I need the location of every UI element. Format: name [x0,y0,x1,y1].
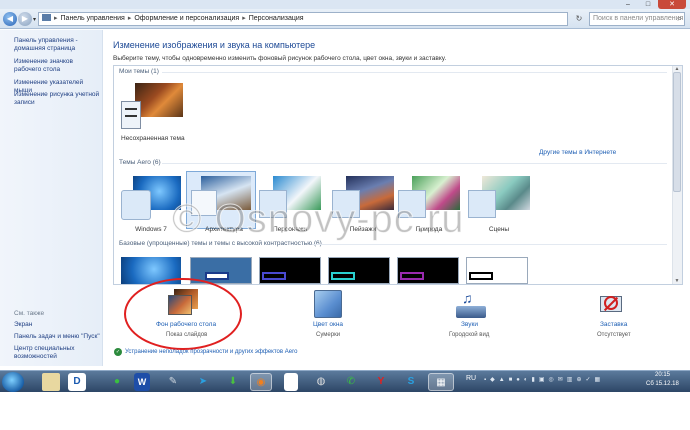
page-description: Выберите тему, чтобы одновременно измени… [113,55,447,62]
taskbar: D ● W ✎ ➤ ⬇ ◉ ◍ ✆ Y S ▦ RU ▪◆▲■●◐▮▣◎✉▥⊕✓… [0,370,690,392]
breadcrumb-separator: ▸ [242,15,246,22]
breadcrumb-personalization[interactable]: Персонализация [249,15,304,22]
group-divider [162,163,667,164]
theme-thumbnail [468,176,530,220]
page-margin [0,392,690,430]
window-color-value: Сумерки [316,332,341,338]
aero-themes-label: Темы Aero (6) [119,159,161,166]
app-d-icon[interactable]: D [68,373,86,391]
close-button[interactable]: ✕ [658,0,686,9]
theme-name-scenes: Сцены [488,226,510,233]
word-icon[interactable]: W [134,373,150,391]
theme-thumbnail [397,257,459,284]
whatsapp-icon[interactable]: ✆ [340,373,362,391]
language-indicator[interactable]: RU [466,375,476,382]
breadcrumb-separator: ▸ [54,15,58,22]
breadcrumb-appearance[interactable]: Оформление и персонализация [134,15,239,22]
search-input[interactable]: Поиск в панели управления ⌕ [589,12,685,26]
theme-thumbnail [121,83,183,131]
sounds-icon[interactable]: ♫ [456,290,486,318]
history-dropdown-icon[interactable]: ▾ [33,16,36,23]
screensaver-link[interactable]: Заставка [600,321,627,328]
theme-name-unsaved: Несохраненная тема [121,135,185,142]
yandex-browser-icon[interactable]: Y [370,373,392,391]
highlight-ellipse [124,278,242,350]
sidebar-link-home[interactable]: Панель управления - домашняя страница [14,37,102,53]
search-icon[interactable]: ⌕ [678,13,682,25]
start-button[interactable] [2,372,24,392]
window-color-link[interactable]: Цвет окна [313,321,343,328]
theme-thumbnail [259,257,321,284]
online-themes-link[interactable]: Другие темы в Интернете [539,149,616,156]
screensaver-icon[interactable] [598,292,624,318]
window-color-icon[interactable] [314,290,342,318]
navigation-bar: ◀ ▶ ▾ ▸ Панель управления ▸ Оформление и пе… [0,9,690,29]
minimize-button[interactable]: – [618,0,638,9]
watermark: © Osnovy-pc.ru [171,197,465,242]
theme-thumbnail [328,257,390,284]
group-divider [162,72,667,73]
sounds-value: Городской вид [449,332,490,338]
clock-time[interactable]: 20:15 [655,372,670,378]
breadcrumb-control-panel[interactable]: Панель управления [61,15,125,22]
see-also-caption: См. также [14,310,45,317]
control-panel-icon [42,14,51,21]
clock-date[interactable]: Сб 15.12.18 [646,381,679,387]
vpn-icon[interactable]: ◍ [310,373,332,391]
torrent-icon[interactable]: ⬇ [222,373,244,391]
aero-troubleshoot-link[interactable]: Устранение неполадок прозрачности и друг… [125,349,297,355]
title-bar [0,0,690,9]
forward-icon[interactable]: ▶ [18,12,32,26]
sidebar-link-account-picture[interactable]: Изменение рисунка учетной записи [14,91,102,107]
page-title: Изменение изображения и звука на компьют… [113,40,316,50]
breadcrumb-separator: ▸ [127,15,132,22]
messenger-icon[interactable]: ● [106,373,128,391]
my-themes-label: Мои темы (1) [119,68,159,75]
personalization-window: – □ ✕ ◀ ▶ ▾ ▸ Панель управления ▸ Оформлени… [0,0,690,370]
telegram-icon[interactable]: ➤ [192,373,214,391]
sounds-link[interactable]: Звуки [461,321,478,328]
sidebar-link-accessibility[interactable]: Центр специальных возможностей [14,345,102,361]
sidebar-link-desktop-icons[interactable]: Изменение значков рабочего стола [14,58,102,74]
sidebar-link-display[interactable]: Экран [14,321,102,329]
control-panel-taskbar-icon[interactable]: ▦ [428,373,454,391]
document-icon[interactable] [284,373,298,391]
group-divider [312,244,667,245]
tool-icon[interactable]: ✎ [162,373,184,391]
sidebar-link-taskbar[interactable]: Панель задач и меню "Пуск" [14,333,102,341]
tray-icons[interactable]: ▪◆▲■●◐▮▣◎✉▥⊕✓▦ [484,376,634,383]
firefox-icon[interactable]: ◉ [250,373,272,391]
address-bar[interactable]: ▸ Панель управления ▸ Оформление и персонал… [38,12,568,26]
back-icon[interactable]: ◀ [3,12,17,26]
explorer-icon[interactable] [42,373,60,391]
skype-icon[interactable]: S [400,373,422,391]
maximize-button[interactable]: □ [638,0,658,9]
screensaver-value: Отсутствует [597,332,631,338]
theme-thumbnail [466,257,528,284]
shield-icon: ✓ [114,348,122,356]
scroll-down-icon[interactable]: ▼ [673,278,681,284]
search-placeholder: Поиск в панели управления [593,15,684,22]
refresh-icon[interactable]: ↻ [570,12,588,26]
scrollbar-thumb[interactable] [673,72,681,192]
